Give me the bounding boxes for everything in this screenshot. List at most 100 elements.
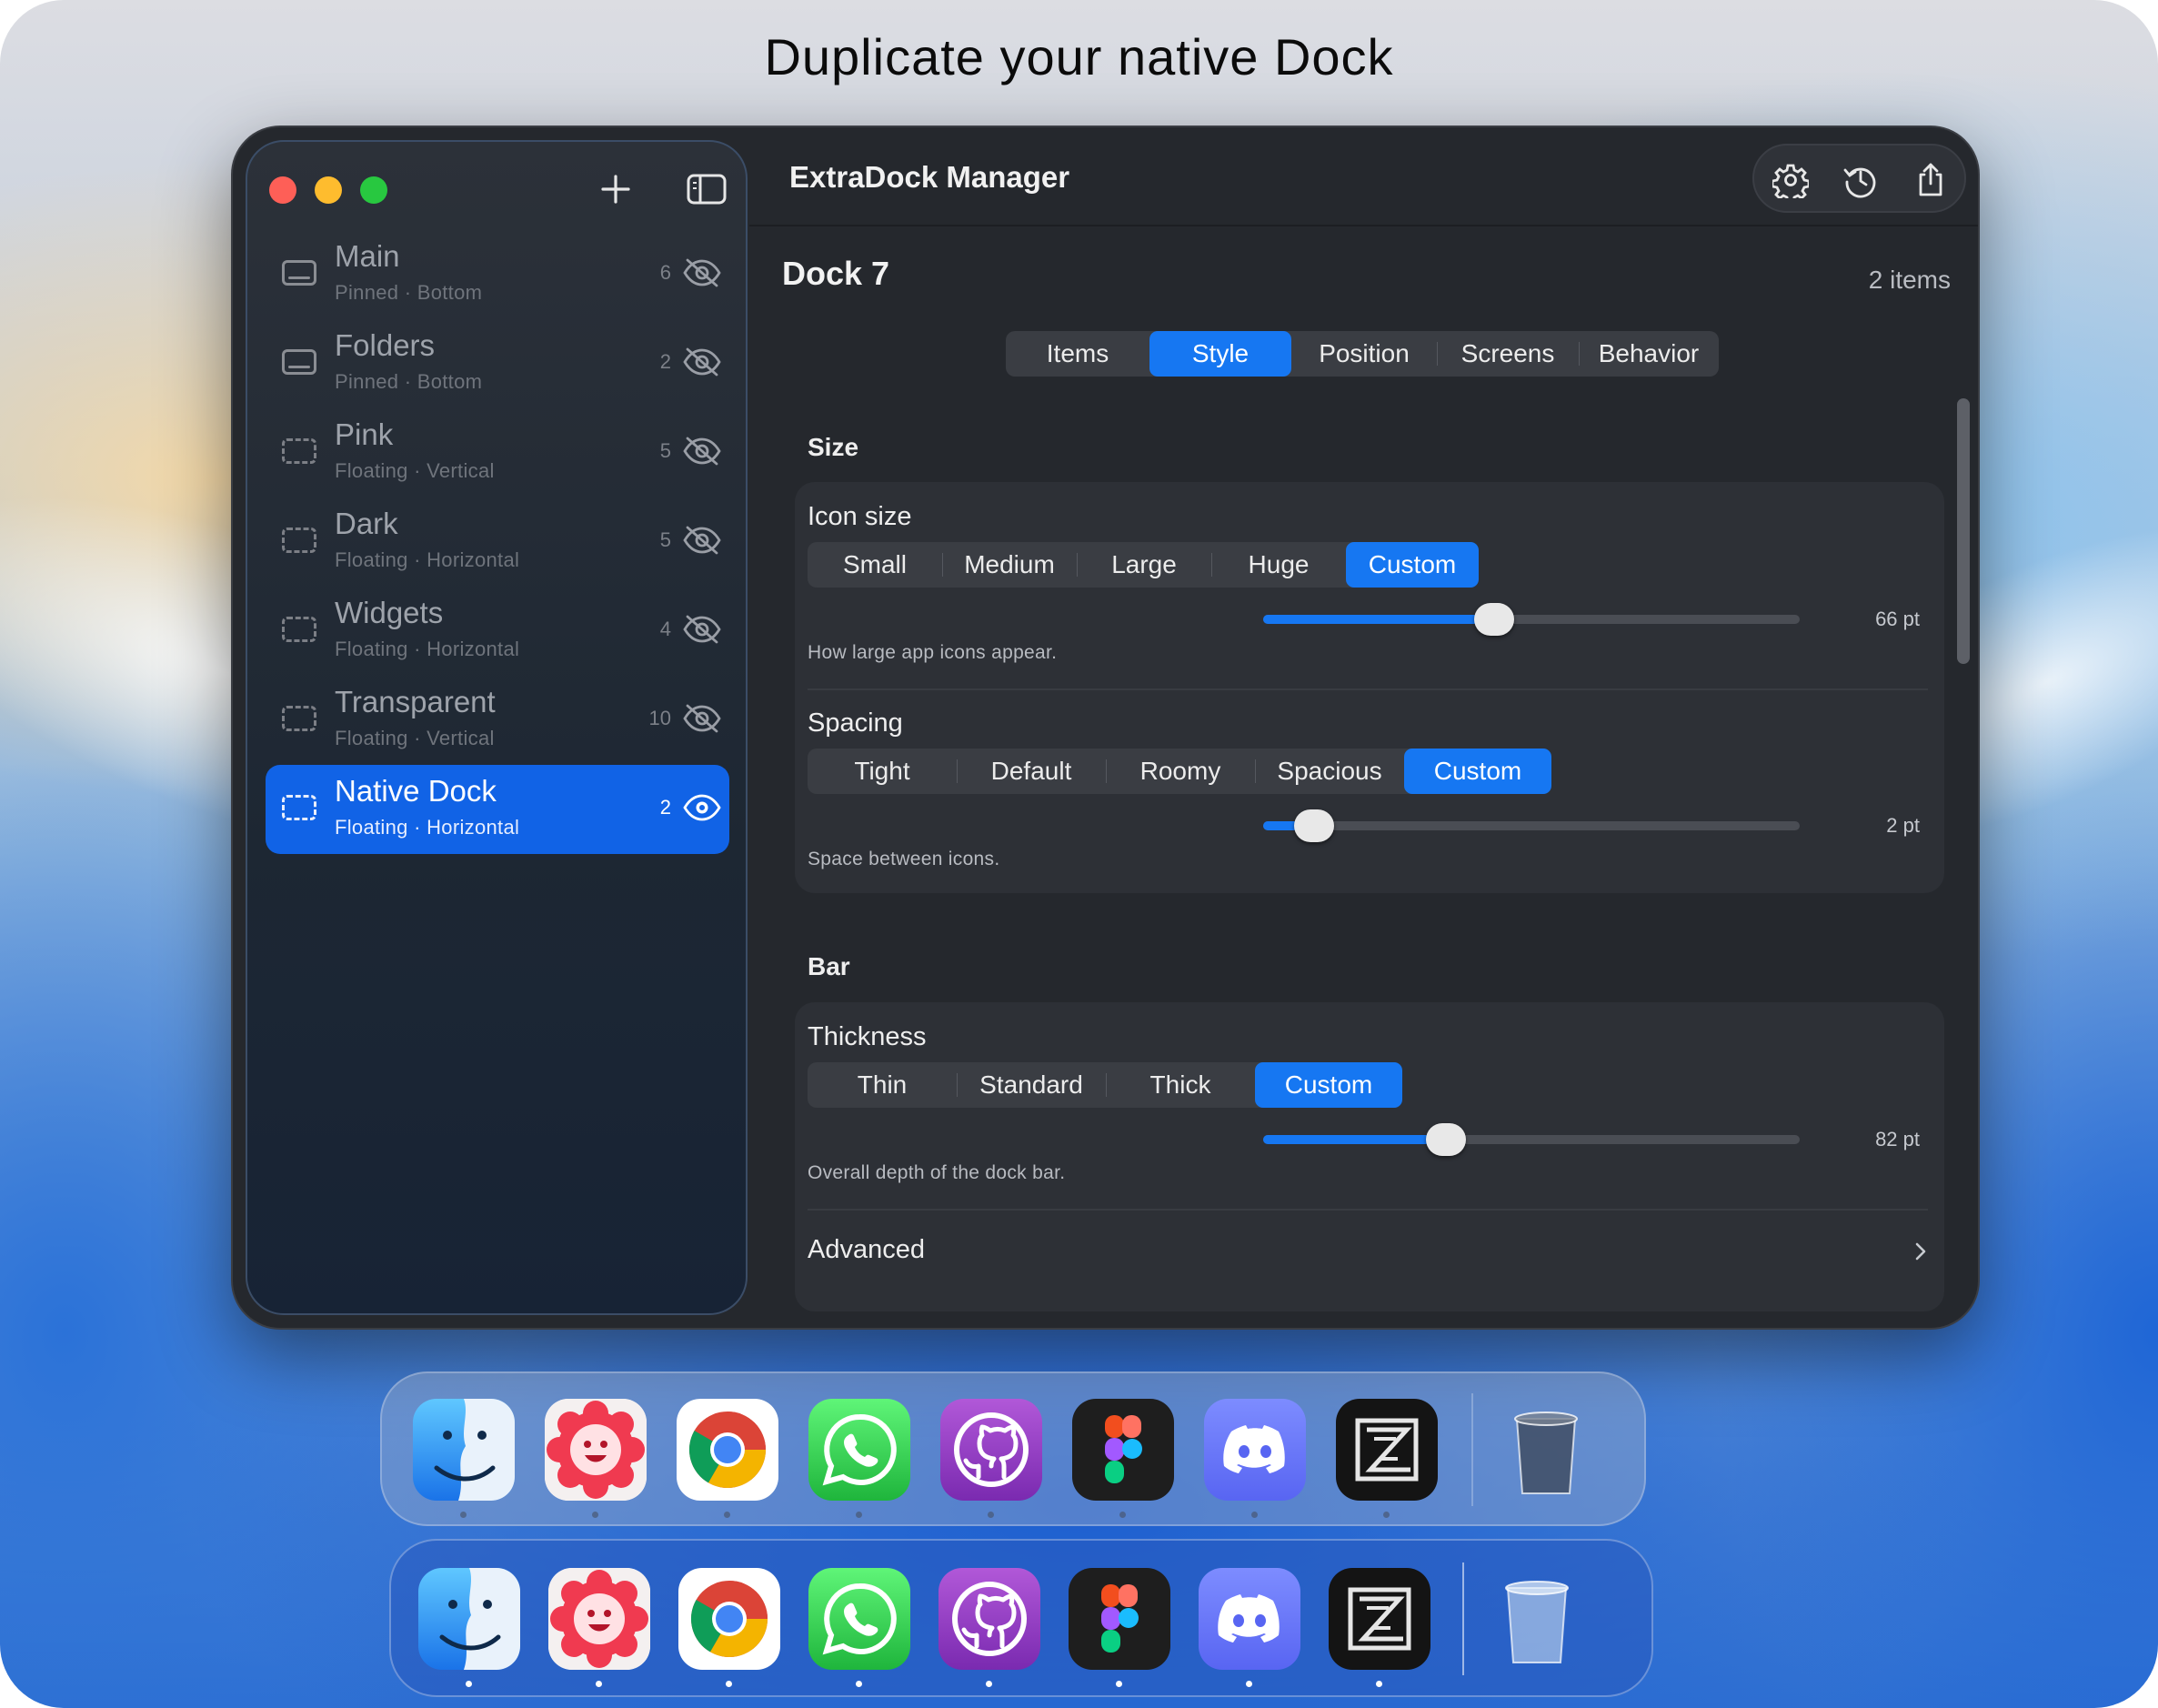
spacing-option-custom[interactable]: Custom (1404, 749, 1551, 794)
discord-icon[interactable] (1204, 1399, 1306, 1501)
tab-position[interactable]: Position (1291, 331, 1437, 377)
item-count: 2 (659, 350, 671, 373)
running-indicator (596, 1681, 602, 1687)
finder-icon[interactable] (413, 1399, 515, 1501)
running-indicator (466, 1681, 472, 1687)
floating-dock-icon (282, 617, 316, 642)
floating-dock-icon (282, 438, 316, 464)
eye-slash-icon[interactable] (682, 257, 722, 288)
sidebar-item-main[interactable]: Main Pinned · Bottom 6 (266, 230, 729, 319)
eye-slash-icon[interactable] (682, 703, 722, 734)
thickness-label: Thickness (808, 1022, 927, 1051)
eye-icon[interactable] (682, 792, 722, 823)
running-indicator (1246, 1681, 1252, 1687)
eye-slash-icon[interactable] (682, 525, 722, 556)
flower-app-icon[interactable] (548, 1568, 650, 1670)
spacing-value: 2 pt (1886, 814, 1920, 837)
icon-size-option-medium[interactable]: Medium (942, 542, 1077, 588)
gear-icon[interactable] (1771, 162, 1811, 204)
advanced-row[interactable]: Advanced (795, 1211, 1944, 1293)
extra-dock (380, 1371, 1646, 1526)
sidebar-toggle-icon[interactable] (686, 171, 728, 207)
floating-dock-icon (282, 706, 316, 731)
sidebar-item-label: Main (335, 239, 400, 273)
zed-icon[interactable] (1329, 1568, 1430, 1670)
page-headline: Duplicate your native Dock (764, 28, 1394, 85)
sidebar-item-native-dock[interactable]: Native Dock Floating · Horizontal 2 (266, 765, 729, 854)
thickness-option-custom[interactable]: Custom (1255, 1062, 1402, 1108)
sidebar-item-pink[interactable]: Pink Floating · Vertical 5 (266, 408, 729, 497)
running-indicator (1119, 1512, 1126, 1518)
spacing-option-spacious[interactable]: Spacious (1255, 749, 1404, 794)
spacing-slider[interactable] (1263, 809, 1800, 842)
running-indicator (724, 1512, 730, 1518)
sidebar-item-folders[interactable]: Folders Pinned · Bottom 2 (266, 319, 729, 408)
whatsapp-icon[interactable] (808, 1568, 910, 1670)
icon-size-option-custom[interactable]: Custom (1346, 542, 1479, 588)
spacing-option-default[interactable]: Default (957, 749, 1106, 794)
icon-size-slider[interactable] (1263, 603, 1800, 636)
icon-size-segmented: Small Medium Large Huge Custom (808, 542, 1479, 588)
thickness-hint: Overall depth of the dock bar. (808, 1162, 1066, 1183)
github-icon[interactable] (938, 1568, 1040, 1670)
sidebar-item-subtitle: Pinned · Bottom (335, 281, 483, 304)
thickness-slider[interactable] (1263, 1123, 1800, 1156)
pinned-dock-icon (282, 349, 316, 375)
app-window: Main Pinned · Bottom 6 Folders Pinned · Bott… (231, 126, 1980, 1330)
thickness-option-thick[interactable]: Thick (1106, 1062, 1255, 1108)
minimize-window-button[interactable] (315, 176, 342, 204)
thickness-option-standard[interactable]: Standard (957, 1062, 1106, 1108)
thickness-option-thin[interactable]: Thin (808, 1062, 957, 1108)
tab-behavior[interactable]: Behavior (1579, 331, 1719, 377)
trash-icon[interactable] (1486, 1568, 1588, 1670)
icon-size-slider-knob[interactable] (1474, 603, 1514, 636)
icon-size-option-small[interactable]: Small (808, 542, 942, 588)
icon-size-option-huge[interactable]: Huge (1211, 542, 1346, 588)
icon-size-option-large[interactable]: Large (1077, 542, 1211, 588)
plus-icon[interactable] (597, 171, 634, 207)
eye-slash-icon[interactable] (682, 614, 722, 645)
trash-icon[interactable] (1495, 1399, 1597, 1501)
sidebar-item-subtitle: Floating · Horizontal (335, 548, 520, 571)
thickness-slider-knob[interactable] (1426, 1123, 1466, 1156)
chrome-icon[interactable] (678, 1568, 780, 1670)
floating-dock-icon (282, 795, 316, 820)
advanced-label: Advanced (808, 1235, 925, 1264)
item-count: 10 (648, 707, 671, 729)
discord-icon[interactable] (1199, 1568, 1300, 1670)
github-icon[interactable] (940, 1399, 1042, 1501)
running-indicator (856, 1512, 862, 1518)
share-icon[interactable] (1912, 162, 1949, 198)
sidebar-item-dark[interactable]: Dark Floating · Horizontal 5 (266, 497, 729, 587)
chrome-icon[interactable] (677, 1399, 778, 1501)
tab-items[interactable]: Items (1006, 331, 1149, 377)
whatsapp-icon[interactable] (808, 1399, 910, 1501)
icon-size-hint: How large app icons appear. (808, 642, 1058, 663)
tab-screens[interactable]: Screens (1437, 331, 1579, 377)
item-count: 4 (659, 618, 671, 640)
sidebar-item-transparent[interactable]: Transparent Floating · Vertical 10 (266, 676, 729, 765)
finder-icon[interactable] (418, 1568, 520, 1670)
section-title-bar: Bar (808, 952, 850, 980)
figma-icon[interactable] (1072, 1399, 1174, 1501)
icon-size-slider-fill (1263, 615, 1494, 624)
spacing-option-roomy[interactable]: Roomy (1106, 749, 1255, 794)
item-count: 5 (659, 528, 671, 551)
close-window-button[interactable] (269, 176, 296, 204)
zoom-window-button[interactable] (360, 176, 387, 204)
history-icon[interactable] (1842, 162, 1879, 198)
spacing-option-tight[interactable]: Tight (808, 749, 957, 794)
running-indicator (1376, 1681, 1382, 1687)
eye-slash-icon[interactable] (682, 347, 722, 377)
spacing-slider-knob[interactable] (1294, 809, 1334, 842)
item-count: 5 (659, 439, 671, 462)
flower-app-icon[interactable] (545, 1399, 647, 1501)
zed-icon[interactable] (1336, 1399, 1438, 1501)
thickness-value: 82 pt (1875, 1128, 1920, 1150)
tab-style[interactable]: Style (1149, 331, 1291, 377)
sidebar-item-widgets[interactable]: Widgets Floating · Horizontal 4 (266, 587, 729, 676)
figma-icon[interactable] (1069, 1568, 1170, 1670)
eye-slash-icon[interactable] (682, 436, 722, 467)
scrollbar[interactable] (1957, 398, 1970, 664)
native-dock (389, 1539, 1653, 1697)
